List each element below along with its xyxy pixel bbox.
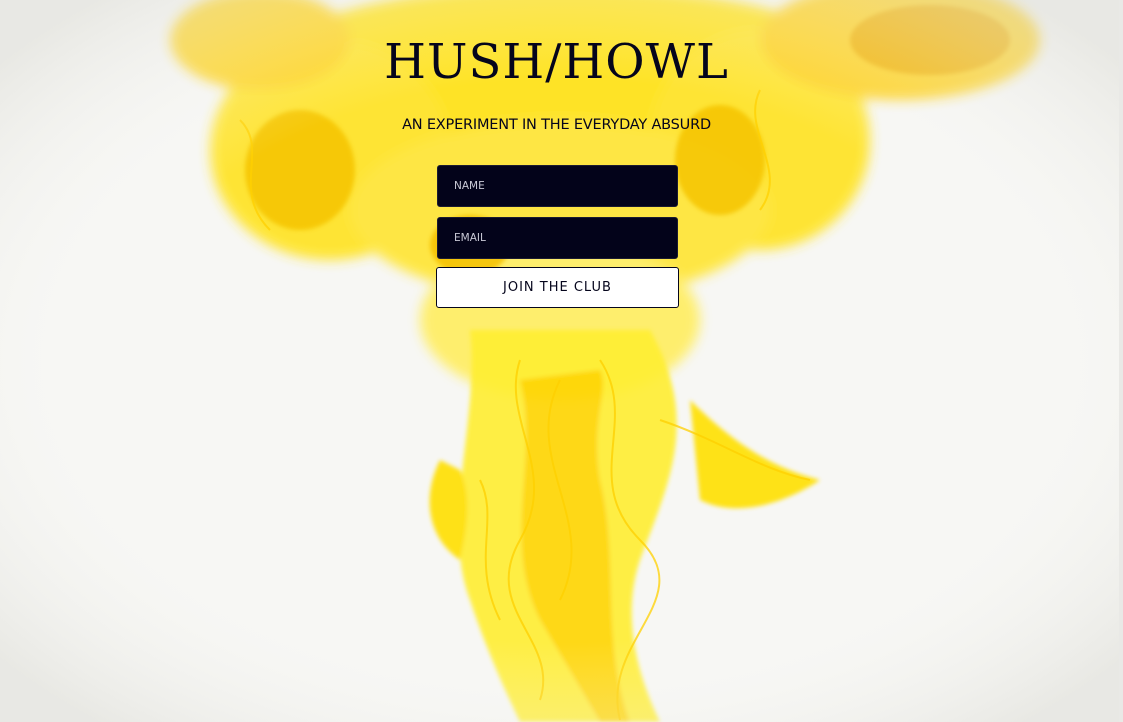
site-title: HUSH/HOWL [384, 34, 729, 90]
signup-page: HUSH/HOWL AN EXPERIMENT IN THE EVERYDAY … [0, 0, 1123, 722]
join-club-button[interactable]: JOIN THE CLUB [436, 267, 679, 308]
email-field[interactable] [437, 217, 678, 259]
name-field[interactable] [437, 165, 678, 207]
site-tagline: AN EXPERIMENT IN THE EVERYDAY ABSURD [402, 117, 711, 133]
